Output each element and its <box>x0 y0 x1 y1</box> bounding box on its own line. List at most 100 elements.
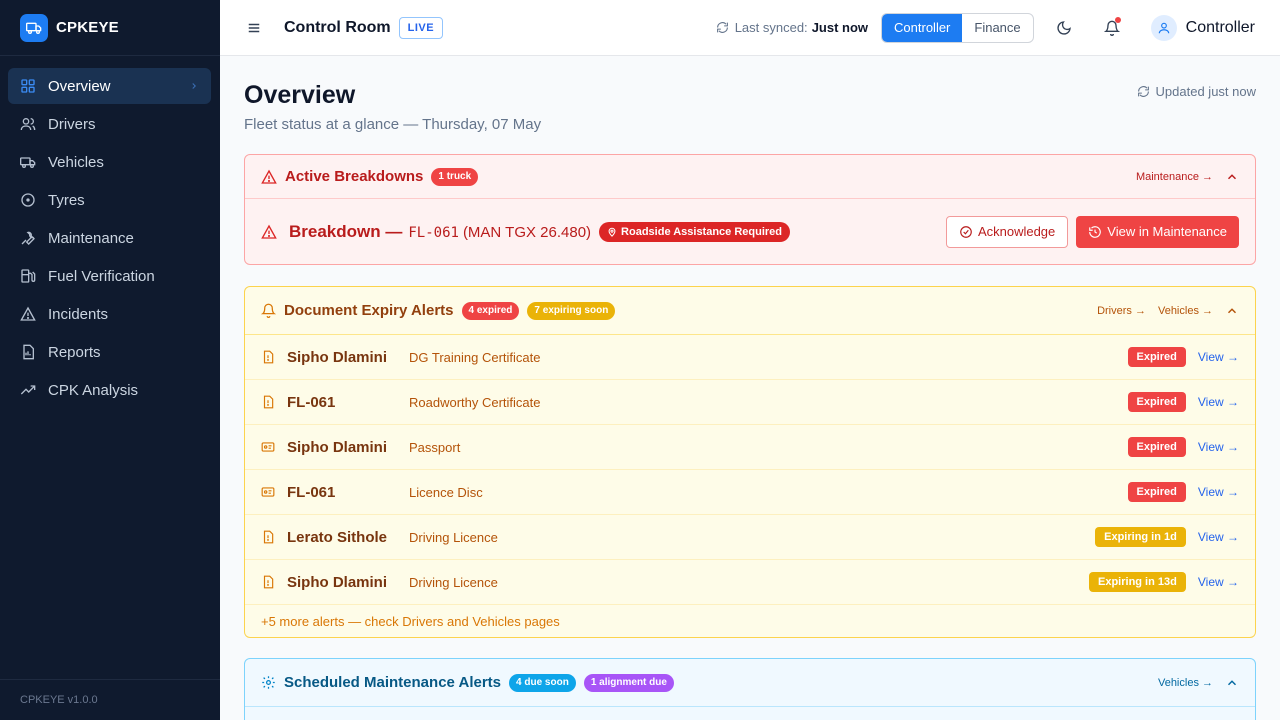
sidebar-item-label: Reports <box>48 343 101 361</box>
chevron-up-icon[interactable] <box>1225 676 1239 690</box>
grid-icon <box>21 79 35 93</box>
chevron-up-icon[interactable] <box>1225 170 1239 184</box>
chevron-up-icon[interactable] <box>1225 304 1239 318</box>
brand-name: CPKEYE <box>56 19 119 36</box>
sidebar-item-cpk-analysis[interactable]: CPK Analysis <box>8 372 211 408</box>
mode-finance-button[interactable]: Finance <box>962 14 1032 42</box>
warning-icon <box>20 306 36 321</box>
expiring-count-badge: 7 expiring soon <box>527 301 616 320</box>
refresh-icon <box>716 22 728 33</box>
sidebar-item-label: Vehicles <box>48 153 104 171</box>
vehicles-link[interactable]: Vehicles → <box>1158 677 1213 689</box>
theme-toggle-button[interactable] <box>1052 16 1076 40</box>
roadside-badge: Roadside Assistance Required <box>599 221 791 242</box>
breakdowns-header: Active Breakdowns 1 truck Maintenance → <box>245 155 1255 199</box>
acknowledge-button[interactable]: Acknowledge <box>945 215 1069 248</box>
doc-owner: FL-061 <box>287 483 336 501</box>
doc-type: DG Training Certificate <box>409 349 541 365</box>
sidebar-item-label: CPK Analysis <box>48 381 139 399</box>
acknowledge-label: Acknowledge <box>977 224 1056 239</box>
status-badge: Expired <box>1127 347 1186 367</box>
header-title: Control Room <box>284 18 391 36</box>
doc-type: Passport <box>409 439 461 455</box>
sidebar-item-vehicles[interactable]: Vehicles <box>8 144 211 180</box>
doc-owner: Sipho Dlamini <box>287 573 388 591</box>
breakdown-label: Breakdown — <box>289 221 403 241</box>
history-icon <box>1089 225 1102 238</box>
list-item: Sipho Dlamini Driving Licence Expiring i… <box>245 560 1255 605</box>
user-menu[interactable]: Controller <box>1150 14 1255 41</box>
breakdowns-title: Active Breakdowns <box>285 168 424 185</box>
scheduled-maintenance-card: Scheduled Maintenance Alerts 4 due soon … <box>244 658 1256 720</box>
drivers-link[interactable]: Drivers → <box>1097 305 1146 317</box>
more-alerts-note: +5 more alerts — check Drivers and Vehic… <box>261 613 560 629</box>
status-badge: Expired <box>1127 437 1186 457</box>
view-link[interactable]: View → <box>1198 530 1239 544</box>
breakdown-vehicle: FL-061 <box>408 224 459 241</box>
app-version: CPKEYE v1.0.0 <box>0 679 220 720</box>
sidebar-nav: Overview Drivers Vehicles Tyres Maintena… <box>0 56 220 408</box>
document-alert-icon <box>263 575 274 589</box>
sidebar-item-fuel-verification[interactable]: Fuel Verification <box>8 258 211 294</box>
breakdown-model: (MAN TGX 26.480) <box>462 223 592 241</box>
sidebar-item-maintenance[interactable]: Maintenance <box>8 220 211 256</box>
sidebar-item-label: Fuel Verification <box>48 267 155 285</box>
doc-type: Licence Disc <box>409 484 483 500</box>
updated-status[interactable]: Updated just now <box>1137 84 1256 99</box>
location-pin-icon <box>608 227 616 237</box>
id-card-icon <box>261 487 275 497</box>
due-soon-badge: 4 due soon <box>509 673 576 692</box>
sidebar-item-reports[interactable]: Reports <box>8 334 211 370</box>
sidebar-item-label: Overview <box>48 77 111 95</box>
sidebar-item-overview[interactable]: Overview <box>8 68 211 104</box>
view-link[interactable]: View → <box>1198 485 1239 499</box>
page-title: Overview <box>244 81 356 109</box>
brand[interactable]: CPKEYE <box>0 0 220 56</box>
bell-icon <box>261 303 276 318</box>
alignment-due-badge: 1 alignment due <box>583 673 674 692</box>
wrench-icon <box>21 231 35 245</box>
trend-icon <box>20 385 36 395</box>
maintenance-title: Scheduled Maintenance Alerts <box>284 674 502 691</box>
sidebar-item-label: Drivers <box>48 115 96 133</box>
doc-owner: Sipho Dlamini <box>287 438 388 456</box>
updated-label: Updated just now <box>1155 84 1256 99</box>
breakdown-row: Breakdown — FL-061 (MAN TGX 26.480) Roadsi… <box>245 199 1255 264</box>
report-icon <box>23 344 34 360</box>
id-card-icon <box>261 442 275 452</box>
breakdown-title: Breakdown — FL-061 (MAN TGX 26.480) <box>289 222 591 242</box>
view-link[interactable]: View → <box>1198 440 1239 454</box>
vehicles-link[interactable]: Vehicles → <box>1158 305 1213 317</box>
view-in-maintenance-button[interactable]: View in Maintenance <box>1076 215 1239 248</box>
list-item: FL-061 Roadworthy Certificate Expired Vi… <box>245 380 1255 425</box>
mode-toggle: Controller Finance <box>881 12 1034 43</box>
top-header: Control Room LIVE Last synced: Just now … <box>220 0 1280 56</box>
moon-icon <box>1057 20 1071 35</box>
mode-controller-button[interactable]: Controller <box>882 13 963 42</box>
doc-type: Roadworthy Certificate <box>409 394 541 410</box>
menu-icon[interactable] <box>247 21 261 35</box>
page-subtitle: Fleet status at a glance — Thursday, 07 … <box>244 116 542 133</box>
sidebar-item-label: Maintenance <box>48 229 134 247</box>
notification-dot <box>1114 16 1121 23</box>
notifications-button[interactable] <box>1100 16 1124 40</box>
doc-type: Driving Licence <box>409 574 498 590</box>
sidebar-item-tyres[interactable]: Tyres <box>8 182 211 218</box>
view-link[interactable]: View → <box>1198 395 1239 409</box>
list-item: FL-061 Licence Disc Expired View → <box>245 470 1255 515</box>
chevron-right-icon <box>192 83 196 89</box>
sidebar-item-incidents[interactable]: Incidents <box>8 296 211 332</box>
view-link[interactable]: View → <box>1198 350 1239 364</box>
sidebar-item-drivers[interactable]: Drivers <box>8 106 211 142</box>
sidebar: CPKEYE Overview Drivers Vehicles Tyres M… <box>0 0 220 720</box>
doc-type: Driving Licence <box>409 529 498 545</box>
view-link[interactable]: View → <box>1198 575 1239 589</box>
active-breakdowns-card: Active Breakdowns 1 truck Maintenance → … <box>244 154 1256 265</box>
refresh-icon <box>1137 86 1149 97</box>
sync-status: Last synced: Just now <box>716 20 868 35</box>
main-content: Overview Fleet status at a glance — Thur… <box>244 56 1256 720</box>
list-item: Lerato Sithole Driving Licence Expiring … <box>245 515 1255 560</box>
maintenance-header: Scheduled Maintenance Alerts 4 due soon … <box>245 659 1255 707</box>
document-alert-icon <box>263 395 274 409</box>
maintenance-link[interactable]: Maintenance → <box>1136 171 1213 183</box>
